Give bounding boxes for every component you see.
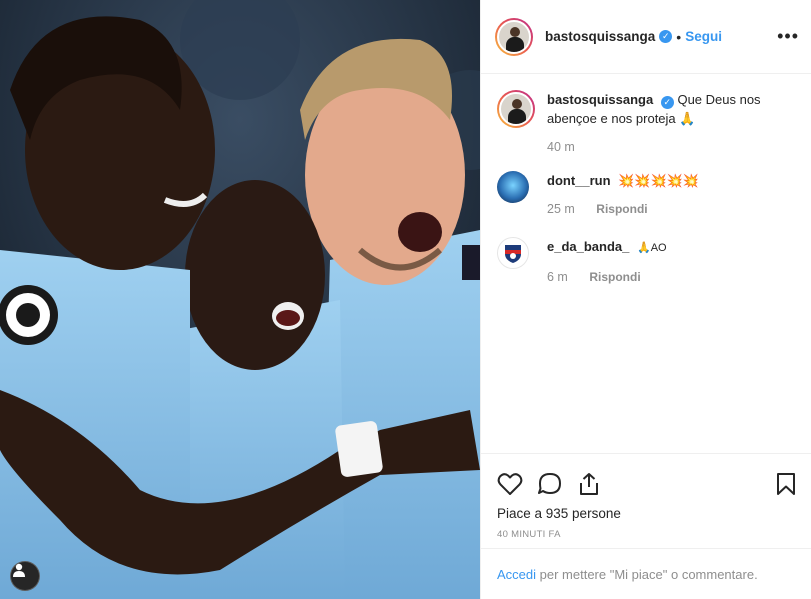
login-prompt: Accedi per mettere "Mi piace" o commenta…: [481, 548, 811, 599]
comment-meta: 25 m Rispondi: [547, 200, 699, 219]
comment-username[interactable]: dont__run: [547, 173, 611, 188]
likes-count[interactable]: Piace a 935 persone: [497, 506, 796, 521]
tagged-users-button[interactable]: [10, 561, 40, 591]
share-icon[interactable]: [577, 472, 601, 496]
reply-button[interactable]: Rispondi: [596, 202, 647, 216]
comment-time[interactable]: 25 m: [547, 202, 575, 216]
login-link[interactable]: Accedi: [497, 567, 536, 582]
action-icons: [497, 464, 796, 504]
user-icon: [13, 563, 25, 577]
follow-button[interactable]: Segui: [685, 29, 722, 44]
post-dialog: bastosquissanga ✓ • Segui ••• bastosquis…: [0, 0, 811, 599]
comment-meta: 6 m Rispondi: [547, 268, 667, 287]
author-username[interactable]: bastosquissanga: [545, 29, 655, 44]
post-header: bastosquissanga ✓ • Segui •••: [481, 0, 811, 74]
comment-item: dont__run 💥💥💥💥💥 25 m Rispondi: [497, 171, 795, 219]
comments-list: bastosquissanga ✓ Que Deus nos abençoe e…: [481, 74, 811, 451]
comment-text: 💥💥💥💥💥: [618, 173, 700, 188]
players-photo: [0, 0, 480, 599]
comment-text: 🙏AO: [637, 242, 667, 254]
club-badge-icon: [505, 245, 521, 263]
comment-item: e_da_banda_ 🙏AO 6 m Rispondi: [497, 237, 795, 287]
post-actions: Piace a 935 persone 40 minuti fa: [481, 453, 811, 540]
comment-username[interactable]: e_da_banda_: [547, 239, 629, 254]
verified-badge-icon: ✓: [659, 30, 673, 43]
post-photo[interactable]: [0, 0, 480, 599]
reply-button[interactable]: Rispondi: [589, 270, 640, 284]
verified-badge-icon: ✓: [660, 96, 674, 109]
post-side-panel: bastosquissanga ✓ • Segui ••• bastosquis…: [480, 0, 811, 599]
author-avatar[interactable]: [495, 17, 533, 56]
login-prompt-text: per mettere "Mi piace" o commentare.: [536, 567, 758, 582]
comment-avatar[interactable]: [497, 237, 529, 269]
bookmark-icon[interactable]: [776, 472, 796, 496]
comment-avatar[interactable]: [497, 171, 529, 203]
comment-time[interactable]: 6 m: [547, 270, 568, 284]
heart-icon[interactable]: [497, 472, 523, 496]
separator-dot: •: [676, 28, 682, 45]
more-options-icon[interactable]: •••: [777, 27, 799, 45]
caption-time[interactable]: 40 m: [547, 138, 777, 157]
caption-username[interactable]: bastosquissanga: [547, 92, 653, 107]
comment-icon[interactable]: [537, 472, 563, 496]
caption-avatar[interactable]: [497, 90, 535, 128]
caption: bastosquissanga ✓ Que Deus nos abençoe e…: [497, 90, 795, 157]
post-timestamp[interactable]: 40 minuti fa: [497, 529, 796, 540]
